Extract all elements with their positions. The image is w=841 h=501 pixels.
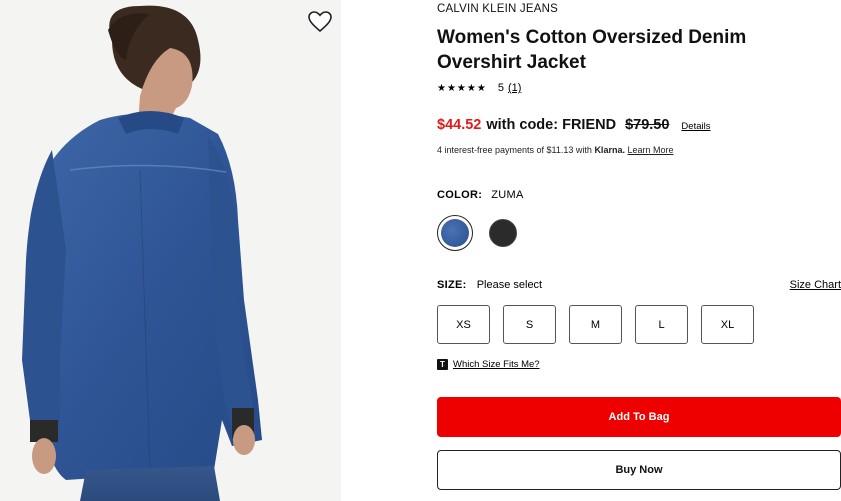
product-title: Women's Cotton Oversized Denim Overshirt… [437,27,747,73]
heart-outline-icon[interactable] [307,10,333,34]
fit-finder[interactable]: T Which Size Fits Me? [437,359,540,370]
size-selector-label: SIZE: Please select Size Chart [437,279,841,291]
product-info: CALVIN KLEIN JEANS Women's Cotton Oversi… [437,0,841,501]
promo-code: with code: FRIEND [486,117,617,133]
original-price: $79.50 [625,117,670,133]
size-option-xl[interactable]: XL [701,305,754,344]
color-swatches [437,215,533,251]
which-size-fits-link[interactable]: Which Size Fits Me? [453,359,540,370]
klarna-installments: 4 interest-free payments of $11.13 with … [437,145,674,155]
learn-more-link[interactable]: Learn More [627,145,673,155]
color-label: COLOR: [437,189,483,201]
brand-name[interactable]: CALVIN KLEIN JEANS [437,3,558,15]
rating-summary[interactable]: ★★★★★ 5 (1) [437,82,521,94]
swatch-black[interactable] [485,215,521,251]
size-option-s[interactable]: S [503,305,556,344]
klarna-text: 4 interest-free payments of $11.13 with [437,145,592,155]
sale-price: $44.52 [437,117,482,133]
review-count-link[interactable]: (1) [508,82,521,94]
size-option-l[interactable]: L [635,305,688,344]
size-option-xs[interactable]: XS [437,305,490,344]
size-label: SIZE: [437,279,467,291]
rating-score: 5 [497,82,504,94]
swatch-zuma[interactable] [437,215,473,251]
swatch-black-color [489,219,517,247]
klarna-logo: Klarna. [594,145,625,155]
product-photo[interactable] [0,0,341,501]
color-selector-label: COLOR: ZUMA [437,189,524,201]
size-options: XS S M L XL [437,305,767,344]
product-image-area [0,0,341,501]
fit-finder-icon: T [437,359,448,370]
buy-now-button[interactable]: Buy Now [437,450,841,490]
color-value: ZUMA [491,189,524,201]
star-rating-icon: ★★★★★ [437,82,487,94]
size-chart-link[interactable]: Size Chart [790,279,841,291]
price-row: $44.52 with code: FRIEND $79.50 Details [437,117,710,133]
swatch-zuma-color [441,219,469,247]
price-details-link[interactable]: Details [681,121,710,132]
size-option-m[interactable]: M [569,305,622,344]
size-value: Please select [476,279,543,291]
add-to-bag-button[interactable]: Add To Bag [437,397,841,437]
